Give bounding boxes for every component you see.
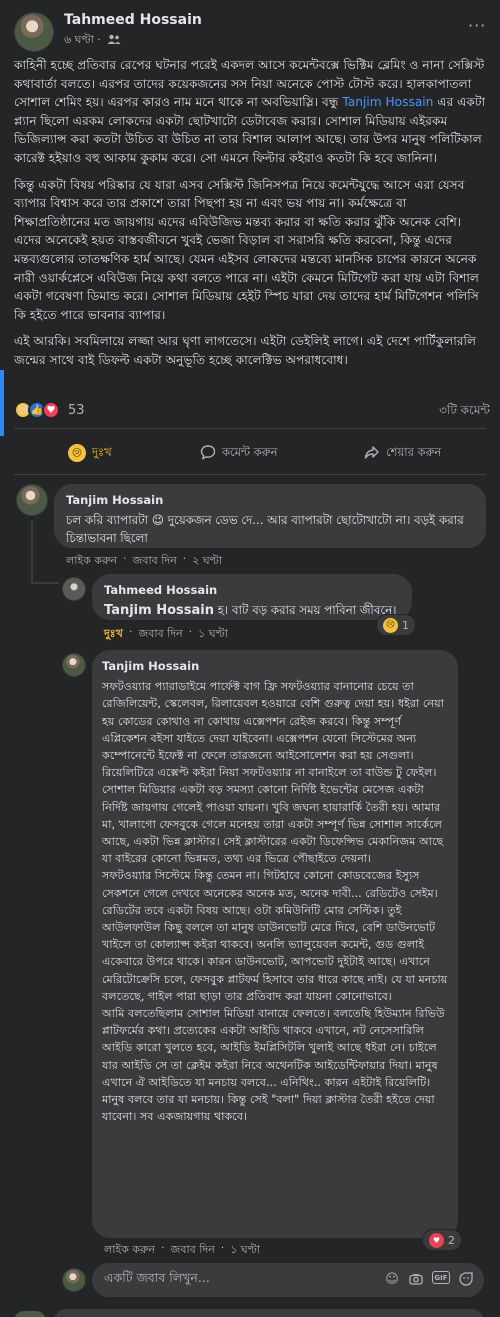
camera-icon[interactable] bbox=[408, 1271, 424, 1287]
sad-reaction-link[interactable]: দুঃখ bbox=[104, 625, 123, 644]
more-icon[interactable]: ··· bbox=[468, 16, 486, 35]
mention-link[interactable]: Tanjim Hossain bbox=[342, 95, 433, 109]
comment-reaction-badge[interactable]: 😢 1 bbox=[376, 614, 416, 636]
comment-actions: লাইক করুন · জবাব দিন · ১ ঘণ্টা bbox=[104, 1241, 260, 1260]
comment-paragraph: সফটওয়্যার প্যারাডাইমে পার্ফেক্ট বাগ ফ্র… bbox=[102, 680, 444, 780]
thread-line bbox=[31, 520, 33, 582]
commenter-avatar[interactable] bbox=[62, 653, 86, 677]
reply-link[interactable]: জবাব দিন bbox=[171, 1241, 215, 1260]
comment-paragraph: সোশাল মিডিয়ার একটা বড় সমস্যা কোনো নির্… bbox=[102, 783, 444, 866]
smiley-icon[interactable]: ☺ bbox=[384, 1271, 400, 1287]
comment-icon bbox=[200, 444, 216, 463]
share-icon bbox=[364, 444, 380, 463]
commenter-name[interactable]: Tanjim Hossain bbox=[66, 492, 474, 509]
post-paragraph: এই আরকি। সবমিলায়ে লজ্জা আর ঘৃণা লাগতেসে… bbox=[14, 334, 477, 367]
thread-line bbox=[31, 582, 59, 584]
divider bbox=[14, 428, 486, 429]
post-meta: ৬ ঘণ্টা · bbox=[64, 31, 121, 50]
comment-time[interactable]: ১ ঘণ্টা bbox=[230, 1241, 260, 1260]
reply-link[interactable]: জবাব দিন bbox=[138, 625, 182, 644]
comment-time[interactable]: ১ ঘণ্টা bbox=[198, 625, 228, 644]
love-icon: ♥ bbox=[42, 401, 60, 419]
comment-button[interactable]: কমেন্ট করুন bbox=[200, 438, 278, 468]
comment-paragraph: সফটওয়্যার সিস্টেমে কিন্তু তেমন না। গিটহ… bbox=[102, 869, 448, 1003]
post-time[interactable]: ৬ ঘণ্টা · bbox=[64, 31, 101, 50]
comment-bubble: Tanjim Hossain চল করি ব্যাপারটা 😉 দুয়েক… bbox=[54, 484, 486, 548]
current-user-avatar[interactable] bbox=[62, 1268, 86, 1292]
commenter-avatar[interactable] bbox=[16, 484, 48, 516]
sad-reaction-button[interactable]: 😢 দুঃখ bbox=[68, 438, 112, 468]
like-link[interactable]: লাইক করুন bbox=[104, 1241, 155, 1260]
reaction-summary[interactable]: 😢 👍 ♥ 53 bbox=[14, 400, 85, 420]
comment-count[interactable]: ৩টি কমেন্ট bbox=[420, 402, 490, 422]
comment-actions: লাইক করুন · জবাব দিন · ২ ঘণ্টা bbox=[66, 552, 222, 571]
post-author[interactable]: Tahmeed Hossain bbox=[64, 12, 202, 28]
sticker-icon[interactable] bbox=[458, 1271, 474, 1287]
next-commenter-avatar bbox=[14, 1311, 46, 1317]
commenter-name[interactable]: Tahmeed Hossain bbox=[104, 582, 400, 599]
commenter-avatar[interactable] bbox=[62, 577, 86, 601]
scroll-indicator bbox=[0, 370, 4, 436]
next-comment-bubble bbox=[54, 1309, 484, 1317]
wink-emoji-icon: 😉 bbox=[151, 513, 165, 528]
post-body: কাহিনী হচ্ছে প্রতিবার রেপের ঘটনার পরেই এ… bbox=[14, 56, 486, 378]
post-paragraph: কিন্তু একটা বিষয় পরিষ্কার যে যারা এসব স… bbox=[14, 177, 479, 322]
reply-placeholder: একটি জবাব লিখুন... bbox=[104, 1270, 210, 1285]
gif-icon[interactable]: GIF bbox=[432, 1271, 450, 1284]
post-card: Tahmeed Hossain ৬ ঘণ্টা · ··· কাহিনী হচ্… bbox=[0, 0, 500, 1317]
mention-link[interactable]: Tanjim Hossain bbox=[104, 603, 214, 618]
reply-tools: ☺ GIF bbox=[384, 1271, 474, 1287]
comment-paragraph: আমি বলতেছিলাম সোশাল মিডিয়া বানায়ে ফেলত… bbox=[102, 1007, 445, 1124]
comment-actions: দুঃখ · জবাব দিন · ১ ঘণ্টা bbox=[104, 625, 228, 644]
sad-icon: 😢 bbox=[383, 617, 398, 633]
post-paragraph: কাহিনী হচ্ছে প্রতিবার রেপের ঘটনার পরেই এ… bbox=[14, 58, 486, 165]
comment-time[interactable]: ২ ঘণ্টা bbox=[192, 552, 222, 571]
divider bbox=[14, 474, 486, 475]
like-link[interactable]: লাইক করুন bbox=[66, 552, 117, 571]
reply-input[interactable]: একটি জবাব লিখুন... ☺ GIF bbox=[92, 1263, 484, 1297]
reply-bubble: Tahmeed Hossain Tanjim Hossain হ। বাট বড… bbox=[92, 574, 412, 620]
share-button[interactable]: শেয়ার করুন bbox=[364, 438, 441, 468]
comment-reaction-badge[interactable]: ♥ 2 bbox=[422, 1229, 462, 1251]
reply-bubble: Tanjim Hossain সফটওয়্যার প্যারাডাইমে পা… bbox=[92, 650, 458, 1238]
comment-text: Tanjim Hossain হ। বাট বড় করার সময় পাবি… bbox=[104, 603, 397, 619]
friends-icon bbox=[107, 34, 121, 47]
sad-icon: 😢 bbox=[68, 444, 86, 462]
reply-link[interactable]: জবাব দিন bbox=[133, 552, 177, 571]
comment-text: চল করি ব্যাপারটা 😉 দুয়েকজন ডেভ দে... আর… bbox=[66, 513, 464, 545]
commenter-name[interactable]: Tanjim Hossain bbox=[102, 658, 448, 675]
reaction-count: 53 bbox=[68, 402, 85, 418]
love-icon: ♥ bbox=[429, 1232, 444, 1248]
author-avatar[interactable] bbox=[14, 12, 54, 52]
